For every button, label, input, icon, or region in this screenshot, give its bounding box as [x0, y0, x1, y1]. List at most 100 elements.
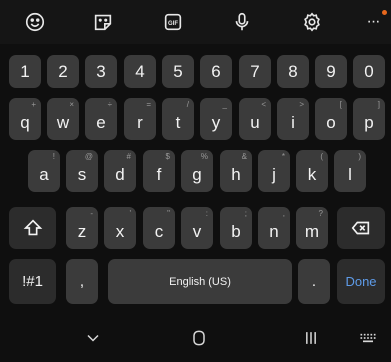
- key-hint: =: [146, 100, 151, 109]
- key-m[interactable]: ? m: [296, 207, 328, 249]
- key-hint: /: [186, 100, 189, 109]
- key-p[interactable]: ] p: [353, 98, 385, 140]
- key-hint: ': [129, 209, 131, 218]
- key-label: !#1: [22, 273, 43, 290]
- key-i[interactable]: > i: [277, 98, 309, 140]
- key-hint: @: [84, 152, 93, 161]
- key-hint: <: [261, 100, 266, 109]
- key-hint: [: [339, 100, 342, 109]
- microphone-icon[interactable]: [228, 8, 256, 36]
- recents-icon[interactable]: [296, 326, 326, 350]
- key-9[interactable]: 9: [315, 55, 347, 88]
- key-j[interactable]: * j: [258, 150, 290, 192]
- key-label: n: [269, 222, 279, 241]
- key-hint: -: [90, 209, 93, 218]
- key-label: h: [231, 165, 241, 184]
- key-label: 4: [135, 61, 145, 81]
- gif-label: GIF: [168, 21, 178, 27]
- key-o[interactable]: [o: [315, 98, 347, 140]
- done-key[interactable]: Done: [337, 259, 385, 304]
- key-4[interactable]: 4: [124, 55, 156, 88]
- key-label: r: [137, 113, 143, 132]
- key-t[interactable]: / t: [162, 98, 194, 140]
- key-hint: $: [165, 152, 170, 161]
- chevron-down-icon[interactable]: [78, 326, 108, 350]
- key-5[interactable]: 5: [162, 55, 194, 88]
- comma-key[interactable]: ,: [66, 259, 98, 304]
- key-hint: _: [222, 100, 227, 109]
- settings-icon[interactable]: [298, 8, 326, 36]
- key-d[interactable]: # d: [104, 150, 136, 192]
- key-v[interactable]: :v: [181, 207, 213, 249]
- key-w[interactable]: × w: [47, 98, 79, 140]
- key-label: y: [211, 113, 221, 132]
- shift-icon: [23, 219, 42, 236]
- key-k[interactable]: (k: [296, 150, 328, 192]
- sticker-icon[interactable]: [89, 8, 117, 36]
- key-e[interactable]: ÷ e: [85, 98, 117, 140]
- key-label: m: [304, 222, 320, 241]
- key-2[interactable]: 2: [47, 55, 79, 88]
- key-s[interactable]: @ s: [66, 150, 98, 192]
- key-h[interactable]: & h: [220, 150, 252, 192]
- key-b[interactable]: ; b: [220, 207, 252, 249]
- key-6[interactable]: 6: [200, 55, 232, 88]
- key-label: w: [56, 113, 70, 132]
- key-label: 8: [288, 61, 298, 81]
- key-hint: ,: [282, 209, 285, 218]
- key-hint: :: [205, 209, 208, 218]
- key-label: 0: [364, 61, 374, 81]
- key-label: b: [231, 222, 241, 241]
- key-1[interactable]: 1: [9, 55, 41, 88]
- key-q[interactable]: + q: [9, 98, 41, 140]
- key-a[interactable]: ! a: [28, 150, 60, 192]
- key-label: 6: [211, 61, 221, 81]
- key-g[interactable]: % g: [181, 150, 213, 192]
- key-label: ,: [79, 273, 85, 290]
- emoji-icon[interactable]: [21, 8, 49, 36]
- key-hint: ×: [69, 100, 74, 109]
- key-x[interactable]: ' x: [104, 207, 136, 249]
- keyboard: 1 2 3 4 5 6 7 8 9 0 + q × w ÷ e = r / t _ y < u…: [0, 44, 391, 314]
- key-f[interactable]: $ f: [143, 150, 175, 192]
- keyboard-icon[interactable]: [353, 326, 383, 350]
- period-key[interactable]: .: [298, 259, 330, 304]
- key-hint: +: [31, 100, 36, 109]
- key-hint: (: [320, 152, 323, 161]
- key-u[interactable]: < u: [239, 98, 271, 140]
- key-label: s: [77, 165, 87, 184]
- key-hint: *: [281, 152, 285, 161]
- backspace-key[interactable]: [337, 207, 385, 249]
- key-label: q: [20, 113, 30, 132]
- shift-key[interactable]: [9, 207, 56, 249]
- key-hint: ]: [377, 100, 380, 109]
- key-hint: ?: [318, 209, 323, 218]
- key-label: i: [291, 113, 295, 132]
- key-label: c: [154, 222, 164, 241]
- key-r[interactable]: = r: [124, 98, 156, 140]
- key-0[interactable]: 0: [353, 55, 385, 88]
- gif-icon[interactable]: GIF: [159, 8, 187, 36]
- key-l[interactable]: ) l: [334, 150, 366, 192]
- key-7[interactable]: 7: [239, 55, 271, 88]
- key-c[interactable]: " c: [143, 207, 175, 249]
- key-hint: #: [126, 152, 131, 161]
- key-label: o: [326, 113, 336, 132]
- space-key[interactable]: English (US): [108, 259, 292, 304]
- key-z[interactable]: -z: [66, 207, 98, 249]
- key-8[interactable]: 8: [277, 55, 309, 88]
- symbols-key[interactable]: !#1: [9, 259, 56, 304]
- done-label: Done: [345, 274, 377, 289]
- key-hint: !: [52, 152, 55, 161]
- key-label: e: [96, 113, 106, 132]
- key-hint: ÷: [107, 100, 112, 109]
- key-label: 3: [96, 61, 106, 81]
- key-y[interactable]: _ y: [200, 98, 232, 140]
- key-hint: ;: [244, 209, 247, 218]
- key-hint: ": [167, 209, 170, 218]
- home-icon[interactable]: [184, 326, 214, 350]
- key-3[interactable]: 3: [85, 55, 117, 88]
- key-n[interactable]: ,n: [258, 207, 290, 249]
- more-icon[interactable]: ···: [358, 8, 388, 36]
- key-hint: %: [200, 152, 208, 161]
